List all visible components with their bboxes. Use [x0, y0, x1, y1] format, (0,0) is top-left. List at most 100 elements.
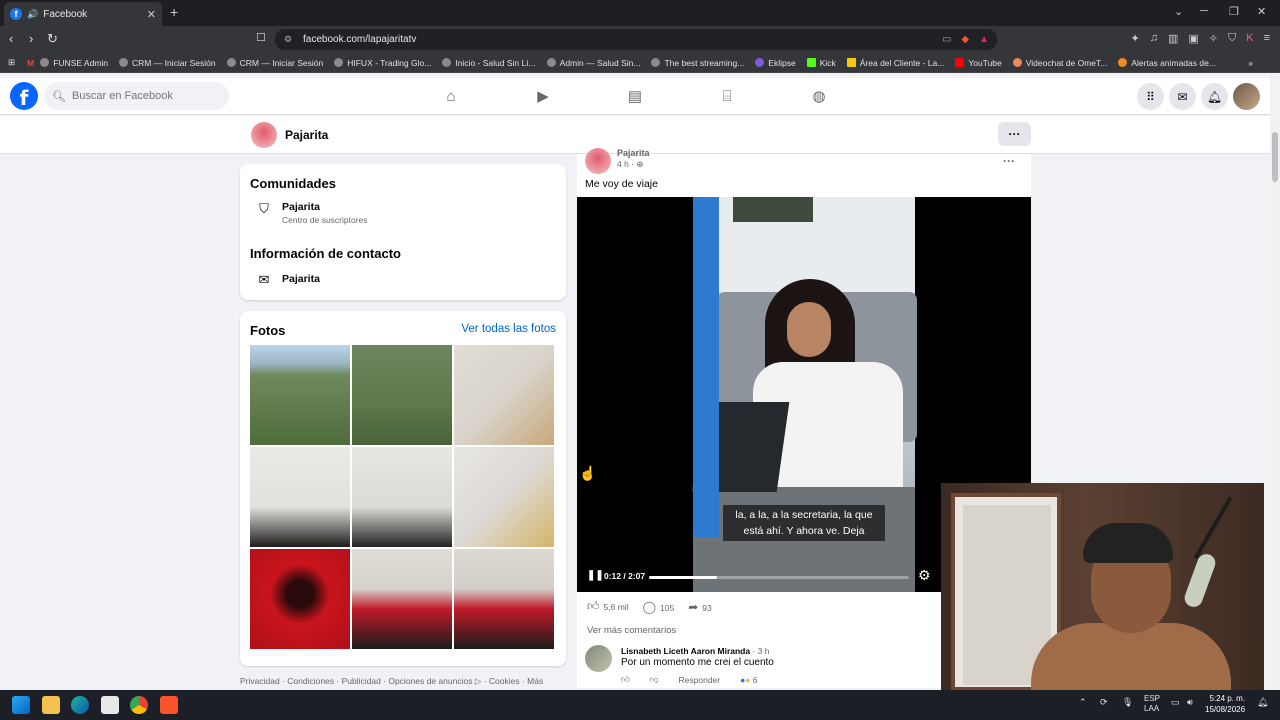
forward-icon[interactable]: ›	[29, 31, 33, 46]
bookmark-item[interactable]: Admin — Salud Sin...	[546, 58, 640, 68]
tray-mic-icon[interactable]: 🎙︎	[1122, 697, 1133, 708]
notification-center-icon[interactable]: 🔔︎	[1257, 697, 1268, 708]
page-more-button[interactable]: ···	[998, 122, 1031, 146]
gmail-icon[interactable]: M	[27, 58, 34, 68]
home-icon[interactable]: ⌂	[442, 87, 460, 105]
dashboard-icon[interactable]: ▤	[626, 87, 644, 105]
comment-avatar[interactable]	[585, 645, 612, 672]
comment-button[interactable]: ◯ 105	[643, 600, 675, 614]
bookmark-item[interactable]: Kick	[806, 58, 836, 68]
page-avatar[interactable]	[251, 122, 277, 148]
wallet-icon[interactable]: ▣	[1188, 32, 1198, 45]
messenger-icon[interactable]: ✉	[1169, 83, 1196, 110]
leo-icon[interactable]: ✧	[1209, 32, 1218, 45]
sidebar-icon[interactable]: ▥	[1168, 32, 1178, 45]
page-name[interactable]: Pajarita	[285, 128, 328, 142]
restore-icon[interactable]: ❐	[1229, 5, 1239, 18]
scrollbar-thumb[interactable]	[1272, 132, 1278, 182]
back-icon[interactable]: ‹	[9, 31, 13, 46]
tray-display-icon[interactable]: ▭	[1171, 697, 1180, 708]
search-box[interactable]: 🔍︎	[44, 82, 229, 110]
bookmark-item[interactable]: Inicio - Salud Sin Lí...	[442, 58, 536, 68]
minimize-icon[interactable]: ─	[1200, 5, 1208, 17]
bookmarks-overflow-icon[interactable]: »	[1248, 58, 1253, 68]
bookmark-item[interactable]: CRM — Iniciar Sesión	[119, 58, 216, 68]
post-author[interactable]: Pajarita	[617, 148, 650, 158]
brave-shield-icon[interactable]: ◆	[961, 34, 969, 45]
contact-item[interactable]: ✉ Pajarita	[256, 272, 320, 288]
footer-links[interactable]: Privacidad · Condiciones · Publicidad · …	[240, 676, 543, 687]
language-indicator[interactable]: ESP LAA	[1144, 694, 1160, 714]
post-options-icon[interactable]: ···	[1003, 154, 1015, 168]
new-tab-button[interactable]: +	[170, 4, 178, 20]
file-explorer-icon[interactable]	[42, 696, 60, 714]
bookmark-item[interactable]: The best streaming...	[651, 58, 744, 68]
comment-author[interactable]: Lisnabeth Liceth Aaron Miranda · 3 h	[621, 646, 769, 656]
photo-tile[interactable]	[454, 345, 554, 445]
apps-grid-icon[interactable]: ⊞	[8, 57, 15, 68]
menu-icon[interactable]: ≡	[1264, 32, 1270, 45]
video-icon[interactable]: ▶	[534, 87, 552, 105]
extensions-icon[interactable]: ✦	[1130, 32, 1139, 45]
marketplace-icon[interactable]: ⌸	[718, 87, 736, 105]
brave-rewards-icon[interactable]: ▲	[979, 34, 989, 45]
bookmark-item[interactable]: Videochat de OmeT...	[1012, 58, 1107, 68]
bookmark-item[interactable]: Área del Cliente - La...	[846, 58, 944, 68]
comment-reactions[interactable]: ●● 6	[740, 675, 757, 685]
comment-like-icon[interactable]: 👍︎	[621, 674, 630, 685]
community-item[interactable]: ⛉ Pajarita Centro de suscriptores	[256, 201, 367, 225]
photo-tile[interactable]	[352, 345, 452, 445]
profile-k-icon[interactable]: K	[1246, 32, 1253, 45]
search-input[interactable]	[71, 90, 222, 102]
notifications-icon[interactable]: 🔔︎	[1201, 83, 1228, 110]
photo-tile[interactable]	[352, 549, 452, 649]
facebook-logo[interactable]: f	[10, 82, 38, 110]
page-scrollbar[interactable]	[1270, 115, 1280, 690]
music-icon[interactable]: ♫	[1150, 32, 1158, 45]
like-button[interactable]: 👍︎ 5,6 mil	[587, 599, 629, 614]
bookmark-item[interactable]: Alertas animadas de...	[1118, 58, 1216, 68]
site-info-icon[interactable]: ⚙	[284, 34, 292, 45]
bookmark-item[interactable]: YouTube	[955, 58, 1002, 68]
bookmark-item[interactable]: HIFUX - Trading Glo...	[334, 58, 431, 68]
menu-grid-icon[interactable]: ⠿	[1137, 83, 1164, 110]
cast-icon[interactable]: ▭	[942, 34, 951, 45]
reply-button[interactable]: Responder	[679, 675, 721, 685]
brave-icon[interactable]	[160, 696, 178, 714]
close-window-icon[interactable]: ✕	[1257, 5, 1266, 18]
edge-icon[interactable]	[71, 696, 89, 714]
comment-dislike-icon[interactable]: 👎︎	[650, 674, 659, 685]
gaming-icon[interactable]: ◍	[810, 87, 828, 105]
vpn-icon[interactable]: ⛉	[1228, 32, 1236, 45]
photo-tile[interactable]	[250, 549, 350, 649]
tray-chevron-icon[interactable]: ⌃	[1079, 697, 1087, 708]
tab-close-icon[interactable]: ✕	[147, 8, 156, 21]
bookmark-icon[interactable]: ☐	[256, 31, 266, 44]
taskbar-clock[interactable]: 5:24 p. m. 15/08/2026	[1205, 693, 1245, 715]
video-progress-bar[interactable]	[649, 576, 909, 579]
tray-volume-icon[interactable]: 🔊︎	[1187, 697, 1193, 708]
more-comments-link[interactable]: Ver más comentarios	[587, 625, 676, 636]
chrome-icon[interactable]	[130, 696, 148, 714]
store-icon[interactable]	[101, 696, 119, 714]
photo-tile[interactable]	[454, 549, 554, 649]
pause-icon[interactable]: ❚❚	[587, 570, 604, 581]
settings-gear-icon[interactable]: ⚙	[918, 567, 931, 584]
bookmark-item[interactable]: Eklipse	[755, 58, 796, 68]
photo-tile[interactable]	[250, 447, 350, 547]
reload-icon[interactable]: ↻	[47, 31, 58, 47]
tab-list-icon[interactable]: ⌄	[1174, 5, 1183, 18]
profile-avatar[interactable]	[1233, 83, 1260, 110]
photo-tile[interactable]	[352, 447, 452, 547]
bookmark-item[interactable]: FUNSE Admin	[40, 58, 108, 68]
bookmark-item[interactable]: CRM — Iniciar Sesión	[226, 58, 323, 68]
photo-tile[interactable]	[454, 447, 554, 547]
post-author-avatar[interactable]	[585, 148, 611, 174]
browser-tab[interactable]: f 🔊 Facebook ✕	[4, 2, 162, 26]
photo-tile[interactable]	[250, 345, 350, 445]
share-button[interactable]: ➦ 93	[688, 600, 712, 614]
see-all-photos-link[interactable]: Ver todas las fotos	[461, 323, 556, 335]
url-field[interactable]: ⚙ facebook.com/lapajaritatv ▭ ◆ ▲	[275, 29, 997, 50]
tray-sync-icon[interactable]: ⟳	[1100, 697, 1108, 708]
windows-start-icon[interactable]	[12, 696, 30, 714]
